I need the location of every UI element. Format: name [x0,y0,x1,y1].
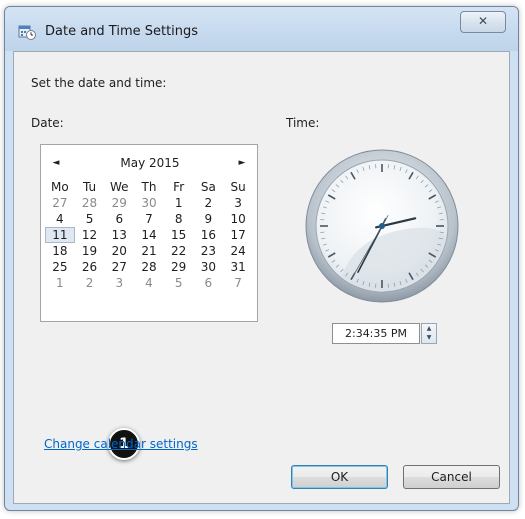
calendar-day[interactable]: 30 [194,259,224,275]
calendar-day[interactable]: 13 [104,227,134,243]
calendar-day[interactable]: 25 [45,259,75,275]
calendar-day[interactable]: 24 [223,243,253,259]
calendar-day[interactable]: 17 [223,227,253,243]
calendar-day[interactable]: 5 [75,211,105,227]
cancel-button[interactable]: Cancel [403,465,500,489]
time-label: Time: [286,116,320,130]
date-time-settings-icon [18,25,36,40]
close-button[interactable]: ✕ [460,11,506,33]
calendar-day[interactable]: 2 [194,195,224,211]
calendar-day[interactable]: 3 [104,275,134,291]
calendar-day[interactable]: 26 [75,259,105,275]
calendar-week-row: 11 12 13 14 15 16 17 [45,227,253,243]
weekday-header-row: Mo Tu We Th Fr Sa Su [45,179,253,195]
change-calendar-settings-link[interactable]: Change calendar settings [44,437,198,451]
calendar-day[interactable]: 14 [134,227,164,243]
calendar-day[interactable]: 29 [164,259,194,275]
calendar-grid: Mo Tu We Th Fr Sa Su 27 28 29 30 1 2 3 4… [45,179,253,291]
calendar-day-selected[interactable]: 11 [45,227,75,243]
calendar-day[interactable]: 7 [134,211,164,227]
calendar-week-row: 27 28 29 30 1 2 3 [45,195,253,211]
weekday-label: Sa [200,180,216,194]
calendar-day[interactable]: 19 [75,243,105,259]
calendar-day[interactable]: 23 [194,243,224,259]
weekday-label: We [109,180,129,194]
dialog-body: Set the date and time: Date: Time: ◄ May… [13,51,510,504]
window-title: Date and Time Settings [45,24,199,39]
time-up-arrow-icon[interactable]: ▲ [422,324,436,333]
calendar-day[interactable]: 16 [194,227,224,243]
calendar-day[interactable]: 31 [223,259,253,275]
weekday-label: Su [230,180,246,194]
calendar-day[interactable]: 12 [75,227,105,243]
date-time-settings-window: Date and Time Settings ✕ Set the date an… [4,6,519,511]
calendar-day[interactable]: 1 [164,195,194,211]
weekday-label: Tu [82,180,97,194]
calendar-day[interactable]: 4 [45,211,75,227]
ok-button[interactable]: OK [291,465,388,489]
calendar-day[interactable]: 5 [164,275,194,291]
calendar-day[interactable]: 6 [194,275,224,291]
weekday-label: Th [141,180,157,194]
weekday-label: Mo [51,180,69,194]
time-input[interactable]: 2:34:35 PM [332,323,420,344]
instruction-text: Set the date and time: [31,76,167,90]
calendar-day[interactable]: 21 [134,243,164,259]
previous-month-button[interactable]: ◄ [49,158,63,168]
next-month-button[interactable]: ► [235,158,249,168]
calendar-day[interactable]: 8 [164,211,194,227]
calendar-month-title[interactable]: May 2015 [81,156,219,170]
calendar-day[interactable]: 3 [223,195,253,211]
time-spinner[interactable]: ▲ ▼ [421,323,437,344]
calendar-day[interactable]: 18 [45,243,75,259]
calendar-week-row: 4 5 6 7 8 9 10 [45,211,253,227]
calendar-day[interactable]: 28 [75,195,105,211]
calendar-day[interactable]: 15 [164,227,194,243]
calendar-day[interactable]: 22 [164,243,194,259]
calendar-day[interactable]: 30 [134,195,164,211]
calendar-day[interactable]: 10 [223,211,253,227]
calendar-day[interactable]: 27 [104,259,134,275]
title-bar[interactable]: Date and Time Settings ✕ [5,7,518,51]
calendar-week-row: 25 26 27 28 29 30 31 [45,259,253,275]
calendar-day[interactable]: 7 [223,275,253,291]
date-label: Date: [31,116,64,130]
calendar-day[interactable]: 4 [134,275,164,291]
calendar-day[interactable]: 1 [45,275,75,291]
calendar-week-row: 1 2 3 4 5 6 7 [45,275,253,291]
weekday-label: Fr [173,180,185,194]
calendar-day[interactable]: 6 [104,211,134,227]
calendar-week-row: 18 19 20 21 22 23 24 [45,243,253,259]
calendar-day[interactable]: 29 [104,195,134,211]
month-calendar[interactable]: ◄ May 2015 ► Mo Tu We Th Fr Sa Su 27 28 … [40,144,258,322]
calendar-day[interactable]: 2 [75,275,105,291]
calendar-day[interactable]: 9 [194,211,224,227]
calendar-day[interactable]: 20 [104,243,134,259]
time-down-arrow-icon[interactable]: ▼ [422,333,436,342]
calendar-day[interactable]: 28 [134,259,164,275]
calendar-day[interactable]: 27 [45,195,75,211]
analog-clock [305,149,459,303]
